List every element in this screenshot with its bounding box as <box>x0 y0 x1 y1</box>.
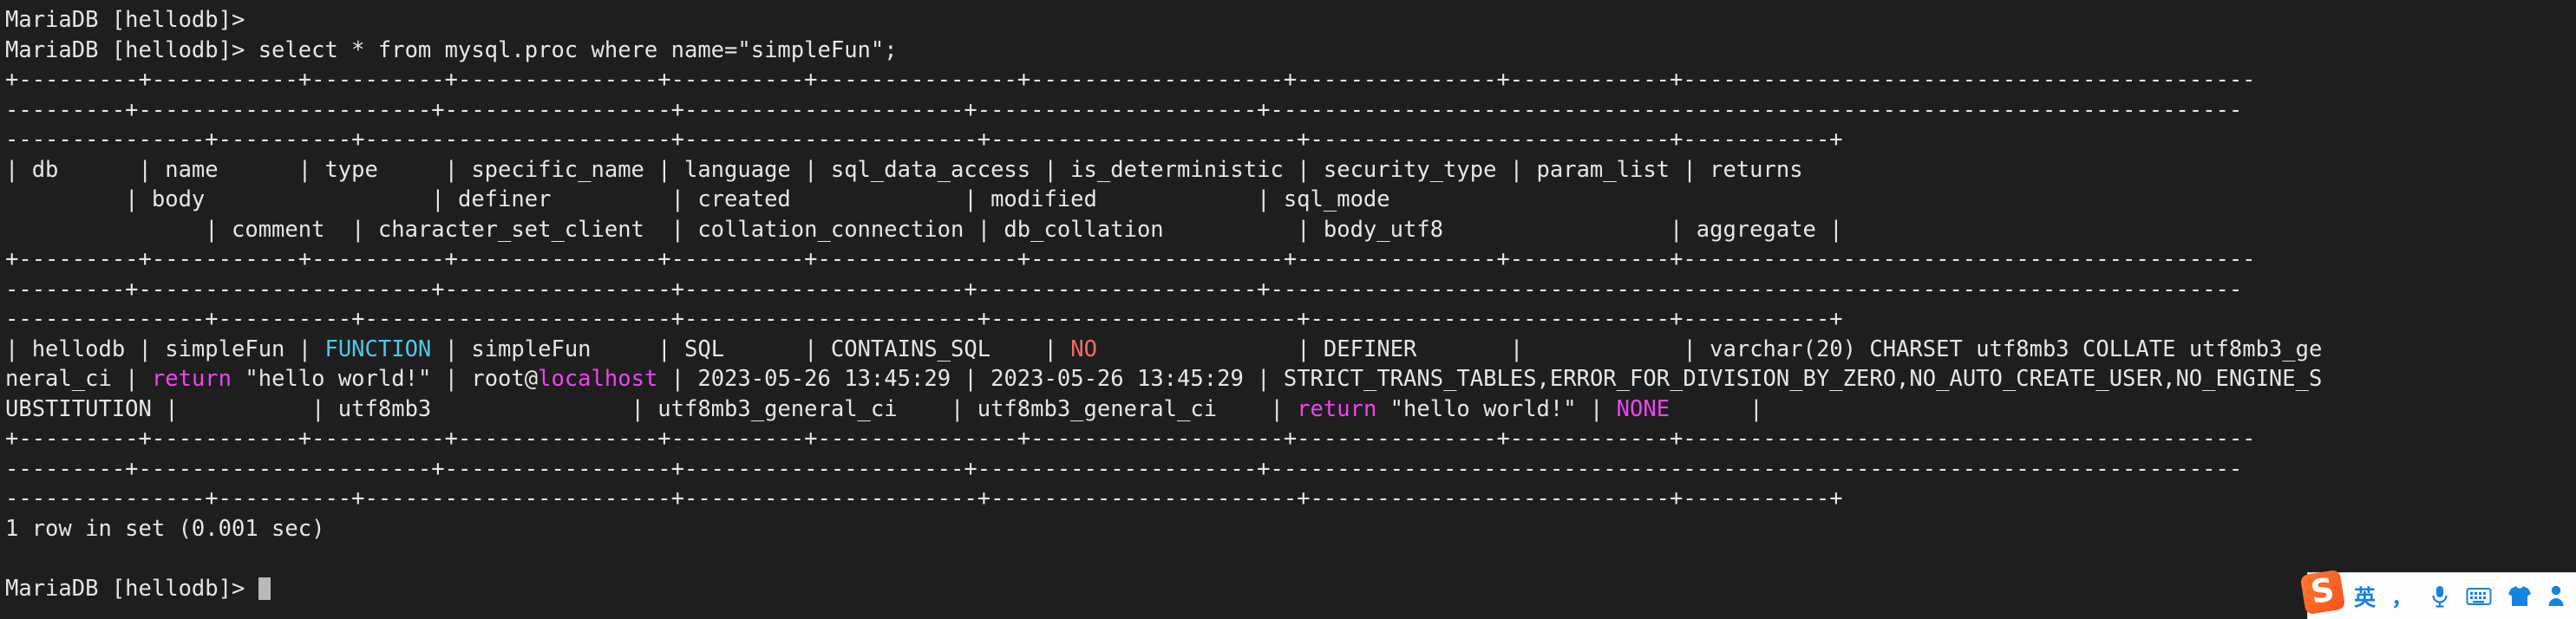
terminal-line-prompt-empty: MariaDB [hellodb]> <box>5 7 245 33</box>
data-cell-body-utf8-keyword: return <box>1297 395 1377 422</box>
terminal-prompt-active[interactable]: MariaDB [hellodb]> <box>5 574 2576 604</box>
sogou-logo-icon[interactable]: S <box>2299 569 2346 616</box>
terminal-line-query: MariaDB [hellodb]> select * from mysql.p… <box>5 36 898 63</box>
table-border-top-3: ---------------+----------+-------------… <box>5 127 1843 153</box>
data-cell-specific-language-access: | simpleFun | SQL | CONTAINS_SQL | <box>431 336 1071 362</box>
data-cell-security-returns: | DEFINER | | varchar(20) CHARSET utf8mb… <box>1096 336 2323 362</box>
table-data-row-3: UBSTITUTION | | utf8mb3 | utf8mb3_genera… <box>5 394 2576 425</box>
data-cell-is-deterministic: NO <box>1070 336 1097 362</box>
terminal-window[interactable]: MariaDB [hellodb]> MariaDB [hellodb]> se… <box>0 0 2576 619</box>
result-summary: 1 row in set (0.001 sec) <box>5 515 325 542</box>
data-cell-type: FUNCTION <box>324 336 432 362</box>
voice-input-icon[interactable] <box>2429 584 2450 609</box>
table-header-row-2: | body | definer | created | modified | … <box>5 186 1390 212</box>
table-border-bottom-1: +---------+-----------+----------+------… <box>5 426 2256 452</box>
table-header-row-3: | comment | character_set_client | colla… <box>5 216 1843 243</box>
table-border-top-1: +---------+-----------+----------+------… <box>5 67 2256 93</box>
data-cell-body-string: "hello world!" | root@ <box>232 366 539 392</box>
skin-icon[interactable] <box>2507 585 2532 607</box>
data-cell-aggregate: NONE <box>1616 395 1670 422</box>
data-cell-sqlmode-cont-collations: UBSTITUTION | | utf8mb3 | utf8mb3_genera… <box>5 395 1298 422</box>
data-cell-body-utf8-string: "hello world!" | <box>1376 395 1617 422</box>
data-cell-body-keyword: return <box>151 366 232 392</box>
table-border-mid-3: ---------------+----------+-------------… <box>5 306 1843 332</box>
text-cursor <box>258 577 271 600</box>
data-cell-returns-cont: neral_ci | <box>5 366 152 392</box>
table-header-row-1: | db | name | type | specific_name | lan… <box>5 156 1803 183</box>
language-mode-button[interactable]: 英 <box>2354 581 2376 612</box>
table-border-mid-1: +---------+-----------+----------+------… <box>5 246 2256 272</box>
punctuation-mode-button[interactable]: ， <box>2391 581 2414 612</box>
sogou-logo-letter: S <box>2308 570 2337 611</box>
table-border-top-2: ---------+----------------------+-------… <box>5 96 2243 123</box>
table-data-row-1: | hellodb | simpleFun | FUNCTION | simpl… <box>5 335 2576 365</box>
toolbox-icon[interactable] <box>2547 585 2565 607</box>
data-cell-definer-host: localhost <box>538 366 658 392</box>
table-border-mid-2: ---------+----------------------+-------… <box>5 276 2243 303</box>
data-cell-db-name: | hellodb | simpleFun | <box>5 336 325 362</box>
data-cell-dates-sqlmode: | 2023-05-26 13:45:29 | 2023-05-26 13:45… <box>657 366 2323 392</box>
prompt-text: MariaDB [hellodb]> <box>5 575 258 602</box>
table-border-bottom-3: ---------------+----------+-------------… <box>5 485 1843 511</box>
data-cell-row-end: | <box>1670 395 1763 422</box>
soft-keyboard-icon[interactable] <box>2466 586 2492 607</box>
table-border-bottom-2: ---------+----------------------+-------… <box>5 455 2243 482</box>
sogou-ime-toolbar[interactable]: S 英 ， <box>2299 569 2576 619</box>
table-data-row-2: neral_ci | return "hello world!" | root@… <box>5 364 2576 394</box>
